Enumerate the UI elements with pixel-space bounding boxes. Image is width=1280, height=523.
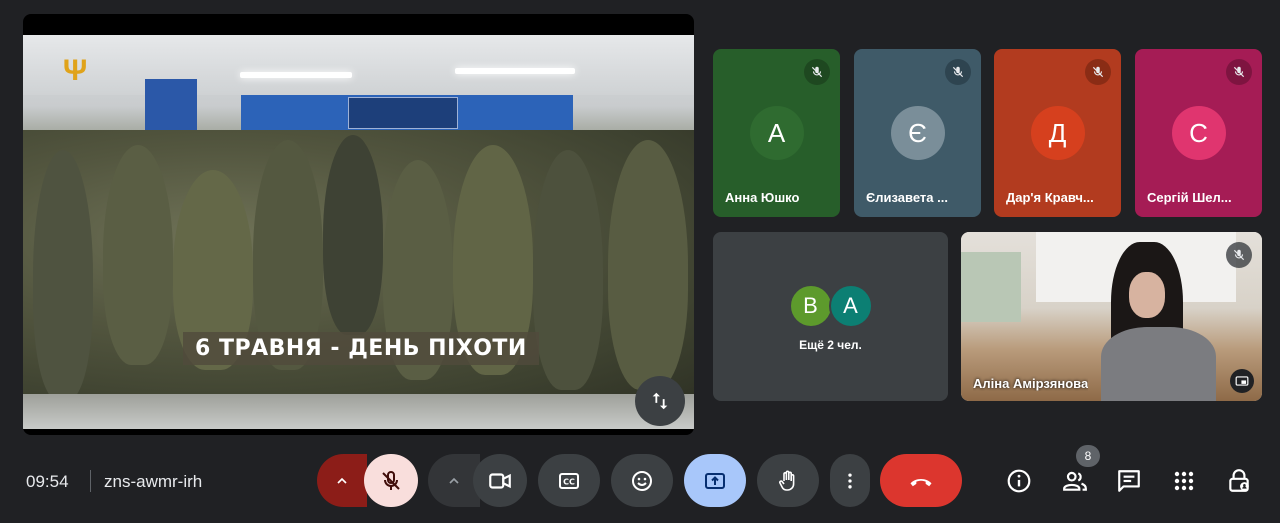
chat-icon xyxy=(1118,470,1140,492)
emoji-icon xyxy=(632,470,652,491)
meeting-code: zns-awmr-irh xyxy=(104,472,203,491)
swap-arrows-icon xyxy=(652,392,668,410)
lock-person-icon xyxy=(1229,469,1249,492)
mic-off-icon xyxy=(804,59,830,85)
swap-view-button[interactable] xyxy=(635,376,685,426)
mic-off-icon xyxy=(1085,59,1111,85)
participant-tile-2[interactable]: Є Єлизавета ... xyxy=(854,49,981,217)
leave-call-button[interactable] xyxy=(880,454,962,507)
divider xyxy=(90,470,91,492)
mic-off-icon xyxy=(1226,242,1252,268)
avatar: А xyxy=(749,106,804,160)
camera-icon xyxy=(489,472,511,489)
audio-options-button[interactable] xyxy=(317,454,367,507)
chevron-up-icon xyxy=(449,477,459,484)
more-options-button[interactable] xyxy=(830,454,870,507)
present-screen-icon xyxy=(705,472,725,489)
participant-tile-1[interactable]: А Анна Юшко xyxy=(713,49,840,217)
presentation-caption: 6 ТРАВНЯ - ДЕНЬ ПІХОТИ xyxy=(183,332,539,365)
participant-tile-3[interactable]: Д Дар'я Кравч... xyxy=(994,49,1121,217)
host-controls-button[interactable] xyxy=(1224,466,1254,496)
microphone-toggle-button[interactable] xyxy=(364,454,418,507)
people-button[interactable] xyxy=(1060,466,1090,496)
hand-icon xyxy=(779,470,795,491)
chevron-up-icon xyxy=(337,477,347,484)
participant-name: Єлизавета ... xyxy=(866,190,948,205)
trident-logo-icon: Ψ xyxy=(63,54,88,87)
avatar: А xyxy=(828,284,873,328)
clock: 09:54 xyxy=(26,472,69,491)
people-count-badge: 8 xyxy=(1076,445,1100,467)
more-participants-tile[interactable]: В А Ещё 2 чел. xyxy=(713,232,948,401)
participant-name: Аліна Амірзянова xyxy=(973,376,1089,391)
participant-name: Дар'я Кравч... xyxy=(1006,190,1094,205)
raise-hand-button[interactable] xyxy=(757,454,819,507)
apps-grid-icon xyxy=(1174,471,1194,491)
reactions-button[interactable] xyxy=(611,454,673,507)
avatar: Є xyxy=(890,106,945,160)
participant-tile-4[interactable]: С Сергій Шел... xyxy=(1135,49,1262,217)
avatar: С xyxy=(1171,106,1226,160)
activities-button[interactable] xyxy=(1169,466,1199,496)
presentation-view: Ψ 6 ТРАВНЯ - ДЕНЬ ПІХОТИ xyxy=(23,14,694,435)
more-vert-icon xyxy=(848,473,852,488)
more-participants-label: Ещё 2 чел. xyxy=(799,338,862,352)
people-icon xyxy=(1063,471,1087,491)
mic-off-icon xyxy=(945,59,971,85)
participant-name: Сергій Шел... xyxy=(1147,190,1232,205)
mic-off-icon xyxy=(1226,59,1252,85)
meeting-details-button[interactable] xyxy=(1004,466,1034,496)
svg-text:CC: CC xyxy=(563,477,575,486)
picture-in-picture-icon xyxy=(1235,376,1249,386)
chat-button[interactable] xyxy=(1114,466,1144,496)
closed-captions-icon: CC xyxy=(559,472,579,489)
mic-off-icon xyxy=(382,470,400,490)
present-button[interactable] xyxy=(684,454,746,507)
camera-toggle-button[interactable] xyxy=(473,454,527,507)
self-view-tile[interactable]: Аліна Амірзянова xyxy=(961,232,1262,401)
avatar: Д xyxy=(1030,106,1085,160)
avatar: В xyxy=(788,284,833,328)
hang-up-icon xyxy=(910,478,932,486)
presentation-image xyxy=(23,35,694,429)
pip-button[interactable] xyxy=(1230,369,1254,393)
captions-button[interactable]: CC xyxy=(538,454,600,507)
info-icon xyxy=(1007,469,1031,493)
participant-name: Анна Юшко xyxy=(725,190,800,205)
